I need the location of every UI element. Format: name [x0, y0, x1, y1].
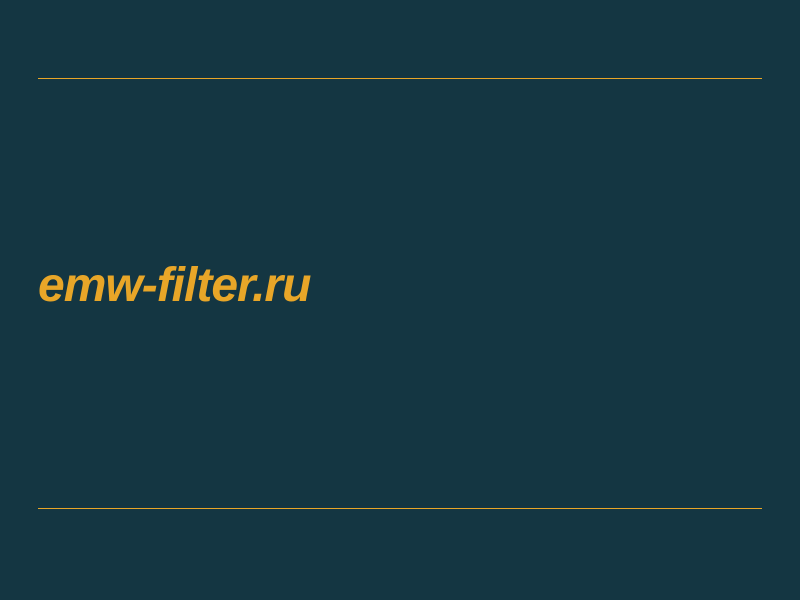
- divider-bottom: [38, 508, 762, 509]
- domain-name-text: emw-filter.ru: [38, 258, 310, 313]
- divider-top: [38, 78, 762, 79]
